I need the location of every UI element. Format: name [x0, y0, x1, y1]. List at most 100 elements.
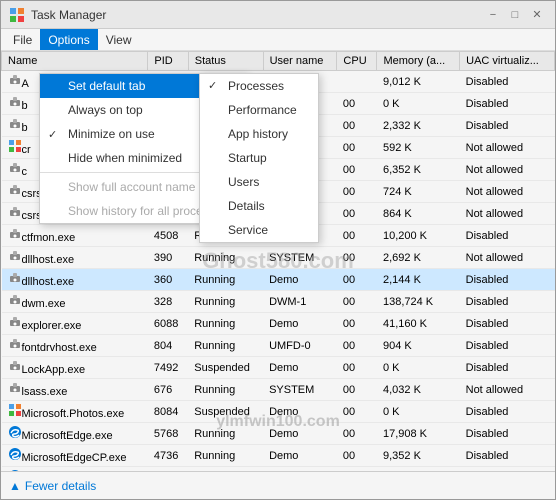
title-bar: Task Manager − □ ✕ — [1, 1, 555, 29]
table-row[interactable]: LockApp.exe 7492 Suspended Demo 00 0 K D… — [2, 357, 555, 379]
cell-name: lsass.exe — [2, 379, 148, 401]
table-row[interactable]: Microsoft.Photos.exe 8084 Suspended Demo… — [2, 401, 555, 423]
table-row[interactable]: dwm.exe 328 Running DWM-1 00 138,724 K D… — [2, 291, 555, 313]
cell-cpu: 00 — [337, 181, 377, 203]
cell-cpu: 00 — [337, 467, 377, 472]
cell-uac: Not allowed — [460, 137, 555, 159]
process-icon — [8, 430, 22, 442]
cell-uac: Disabled — [460, 467, 555, 472]
cell-status: Running — [188, 247, 263, 269]
cell-uac: Not allowed — [460, 247, 555, 269]
cell-user: Demo — [263, 423, 337, 445]
cell-cpu: 00 — [337, 313, 377, 335]
menu-file[interactable]: File — [5, 29, 40, 50]
cell-memory: 41,160 K — [377, 313, 460, 335]
minimize-button[interactable]: − — [483, 5, 503, 25]
close-button[interactable]: ✕ — [527, 5, 547, 25]
table-row[interactable]: lsass.exe 676 Running SYSTEM 00 4,032 K … — [2, 379, 555, 401]
cell-memory: 2,332 K — [377, 115, 460, 137]
cell-status: Running — [188, 445, 263, 467]
col-user[interactable]: User name — [263, 52, 337, 71]
fewer-details-label: Fewer details — [25, 479, 96, 493]
col-uac[interactable]: UAC virtualiz... — [460, 52, 555, 71]
menu-options[interactable]: Options — [40, 29, 97, 50]
cell-pid: 804 — [148, 335, 188, 357]
cell-user: Demo — [263, 445, 337, 467]
cell-user: Demo — [263, 357, 337, 379]
cell-cpu: 00 — [337, 335, 377, 357]
cell-status: Running — [188, 335, 263, 357]
cell-memory: 9,352 K — [377, 445, 460, 467]
sub-service[interactable]: Service — [200, 218, 318, 242]
sub-users[interactable]: Users — [200, 170, 318, 194]
status-bar: ▲ Fewer details — [1, 471, 555, 499]
cell-cpu: 00 — [337, 137, 377, 159]
cell-memory: 2,144 K — [377, 269, 460, 291]
cell-user: UMFD-0 — [263, 335, 337, 357]
cell-memory: 17,908 K — [377, 423, 460, 445]
table-row[interactable]: dllhost.exe 390 Running SYSTEM 00 2,692 … — [2, 247, 555, 269]
cell-uac: Disabled — [460, 335, 555, 357]
col-memory[interactable]: Memory (a... — [377, 52, 460, 71]
col-cpu[interactable]: CPU — [337, 52, 377, 71]
sub-performance[interactable]: Performance — [200, 98, 318, 122]
cell-uac: Disabled — [460, 71, 555, 93]
maximize-button[interactable]: □ — [505, 5, 525, 25]
cell-status: Running — [188, 423, 263, 445]
menu-view[interactable]: View — [98, 29, 140, 50]
cell-uac: Disabled — [460, 423, 555, 445]
process-icon — [8, 386, 22, 398]
sub-startup[interactable]: Startup — [200, 146, 318, 170]
cell-pid: 390 — [148, 247, 188, 269]
cell-name: dwm.exe — [2, 291, 148, 313]
table-row[interactable]: dllhost.exe 360 Running Demo 00 2,144 K … — [2, 269, 555, 291]
table-row[interactable]: explorer.exe 6088 Running Demo 00 41,160… — [2, 313, 555, 335]
cell-status: Running — [188, 291, 263, 313]
cell-memory: 724 K — [377, 181, 460, 203]
sub-app-history[interactable]: App history — [200, 122, 318, 146]
cell-pid: 676 — [148, 379, 188, 401]
cell-uac: Disabled — [460, 401, 555, 423]
cell-memory: 0 K — [377, 357, 460, 379]
cell-pid: 6744 — [148, 467, 188, 472]
cell-cpu: 00 — [337, 159, 377, 181]
table-row[interactable]: fontdrvhost.exe 804 Running UMFD-0 00 90… — [2, 335, 555, 357]
process-icon — [8, 320, 22, 332]
cell-user: DWM-1 — [263, 291, 337, 313]
cell-uac: Disabled — [460, 225, 555, 247]
process-icon — [8, 276, 22, 288]
cell-name: Microsoft.Photos.exe — [2, 401, 148, 423]
cell-uac: Not allowed — [460, 181, 555, 203]
cell-uac: Disabled — [460, 313, 555, 335]
cell-cpu: 00 — [337, 401, 377, 423]
cell-cpu: 00 — [337, 203, 377, 225]
cell-name: explorer.exe — [2, 313, 148, 335]
cell-user: Demo — [263, 313, 337, 335]
col-status[interactable]: Status — [188, 52, 263, 71]
set-default-submenu: ✓ Processes Performance App history Star… — [199, 73, 319, 243]
cell-user: Demo — [263, 269, 337, 291]
table-row[interactable]: MicrosoftEdgeCP.exe 4736 Running Demo 00… — [2, 445, 555, 467]
process-icon — [8, 298, 22, 310]
task-manager-window: Task Manager − □ ✕ File Options View Nam… — [0, 0, 556, 500]
col-pid[interactable]: PID — [148, 52, 188, 71]
cell-memory: 592 K — [377, 137, 460, 159]
cell-memory: 864 K — [377, 203, 460, 225]
table-row[interactable]: MicrosoftEdge.exe 5768 Running Demo 00 1… — [2, 423, 555, 445]
cell-status: Running — [188, 313, 263, 335]
window-icon — [9, 7, 25, 23]
cell-uac: Disabled — [460, 445, 555, 467]
col-name[interactable]: Name — [2, 52, 148, 71]
cell-name: MicrosoftEdgeCP.exe — [2, 445, 148, 467]
cell-user: SYSTEM — [263, 247, 337, 269]
cell-user: Demo — [263, 467, 337, 472]
table-row[interactable]: MicrosoftEdgeCP.exe 6744 Running Demo 00… — [2, 467, 555, 472]
cell-pid: 6088 — [148, 313, 188, 335]
cell-memory: 904 K — [377, 335, 460, 357]
process-icon — [8, 100, 22, 112]
process-icon — [8, 232, 22, 244]
sub-details[interactable]: Details — [200, 194, 318, 218]
sub-processes[interactable]: ✓ Processes — [200, 74, 318, 98]
fewer-details-button[interactable]: ▲ Fewer details — [9, 479, 96, 493]
cell-memory: 0 K — [377, 93, 460, 115]
